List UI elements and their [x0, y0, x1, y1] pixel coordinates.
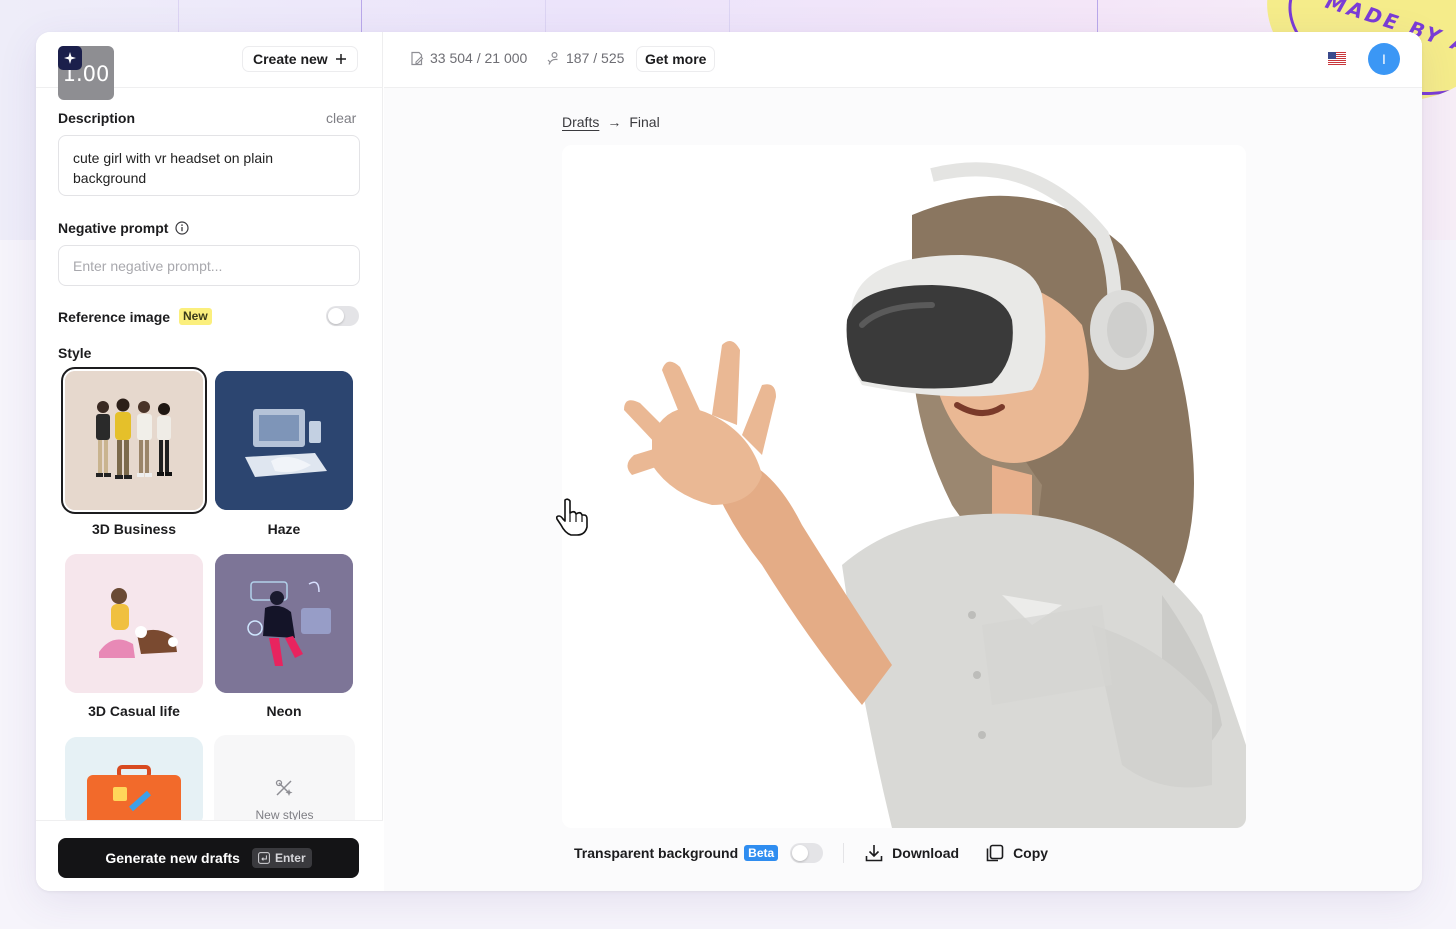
- breadcrumb-arrow-icon: →: [607, 114, 622, 130]
- background-gridline: [361, 0, 362, 32]
- suitcase-thumbnail: [65, 737, 203, 827]
- beta-badge: Beta: [744, 845, 779, 861]
- breadcrumb: Drafts → Final: [562, 114, 660, 130]
- breadcrumb-drafts[interactable]: Drafts: [562, 114, 599, 130]
- reference-image-toggle[interactable]: [326, 306, 359, 326]
- style-name-neon: Neon: [266, 703, 302, 719]
- style-label: Style: [58, 345, 92, 361]
- download-icon: [865, 845, 883, 862]
- magic-icon: [275, 779, 293, 796]
- enter-shortcut-hint: Enter: [251, 848, 312, 868]
- generations-text: 187 / 525: [566, 50, 625, 66]
- get-more-button[interactable]: Get more: [636, 46, 716, 72]
- style-card-3d-business[interactable]: [65, 371, 203, 510]
- copy-icon: [986, 844, 1004, 862]
- generated-image-canvas[interactable]: [562, 145, 1246, 828]
- style-name-haze: Haze: [267, 521, 301, 537]
- breadcrumb-final: Final: [629, 114, 660, 130]
- haze-thumbnail: [215, 371, 353, 510]
- style-name-3d-business: 3D Business: [91, 521, 177, 537]
- reference-image-label: Reference image: [58, 309, 171, 325]
- create-new-label: Create new: [253, 51, 328, 67]
- 3d-business-thumbnail: [65, 371, 203, 510]
- sidebar-footer: Generate new drafts Enter: [36, 820, 383, 891]
- download-button[interactable]: Download: [864, 843, 959, 863]
- description-label: Description: [58, 110, 136, 126]
- download-label: Download: [892, 845, 960, 861]
- info-icon[interactable]: [175, 221, 190, 235]
- create-new-button[interactable]: Create new: [242, 46, 358, 72]
- copy-label: Copy: [1013, 845, 1049, 861]
- enter-key-icon: [258, 852, 270, 864]
- copy-button[interactable]: Copy: [985, 843, 1048, 863]
- transparent-background-toggle[interactable]: [790, 843, 824, 863]
- app-logo[interactable]: 1.00: [58, 46, 114, 100]
- plus-icon: [335, 54, 346, 64]
- description-textarea[interactable]: cute girl with vr headset on plain backg…: [58, 135, 360, 196]
- divider: [843, 843, 845, 863]
- clear-button[interactable]: clear: [326, 110, 356, 126]
- app-window: 1.00 Create new Description clear cute g…: [36, 32, 1422, 891]
- sparkle-icon: [58, 46, 82, 70]
- background-gridline: [545, 0, 546, 32]
- main-area: 33 504 / 21 000 187 / 525 Get more I Dra…: [384, 32, 1422, 891]
- neon-thumbnail: [215, 554, 353, 693]
- background-gridline: [1097, 0, 1098, 32]
- new-badge: New: [179, 308, 212, 325]
- credits-text: 33 504 / 21 000: [430, 50, 528, 66]
- style-card-partial[interactable]: [65, 737, 203, 827]
- background-gridline: [178, 0, 179, 32]
- generations-icon: [547, 51, 558, 65]
- negative-prompt-input[interactable]: [58, 245, 360, 286]
- top-bar: 33 504 / 21 000 187 / 525 Get more I: [384, 32, 1422, 88]
- hand-pointer-cursor-icon: [555, 498, 588, 536]
- generations-stat: 187 / 525: [546, 50, 624, 66]
- credits-stat: 33 504 / 21 000: [410, 50, 527, 66]
- us-flag-icon[interactable]: [1328, 52, 1346, 65]
- shortcut-label: Enter: [274, 851, 306, 865]
- style-card-3d-casual-life[interactable]: [65, 554, 203, 693]
- style-card-haze[interactable]: [215, 371, 353, 510]
- sidebar: 1.00 Create new Description clear cute g…: [36, 32, 383, 891]
- background-gridline: [729, 0, 730, 32]
- style-name-3d-casual-life: 3D Casual life: [88, 703, 180, 719]
- negative-prompt-heading: Negative prompt: [58, 220, 190, 236]
- negative-prompt-label: Negative prompt: [58, 220, 169, 236]
- edit-credits-icon: [411, 51, 424, 65]
- user-avatar[interactable]: I: [1368, 43, 1400, 75]
- generate-drafts-button[interactable]: Generate new drafts Enter: [58, 838, 359, 878]
- generate-label: Generate new drafts: [105, 850, 240, 866]
- vr-girl-illustration: [562, 145, 1246, 828]
- style-card-neon[interactable]: [215, 554, 353, 693]
- 3d-casual-life-thumbnail: [65, 554, 203, 693]
- image-actions-bar: Transparent background Beta Download Cop…: [574, 842, 1048, 864]
- transparent-background-label: Transparent background: [574, 845, 739, 861]
